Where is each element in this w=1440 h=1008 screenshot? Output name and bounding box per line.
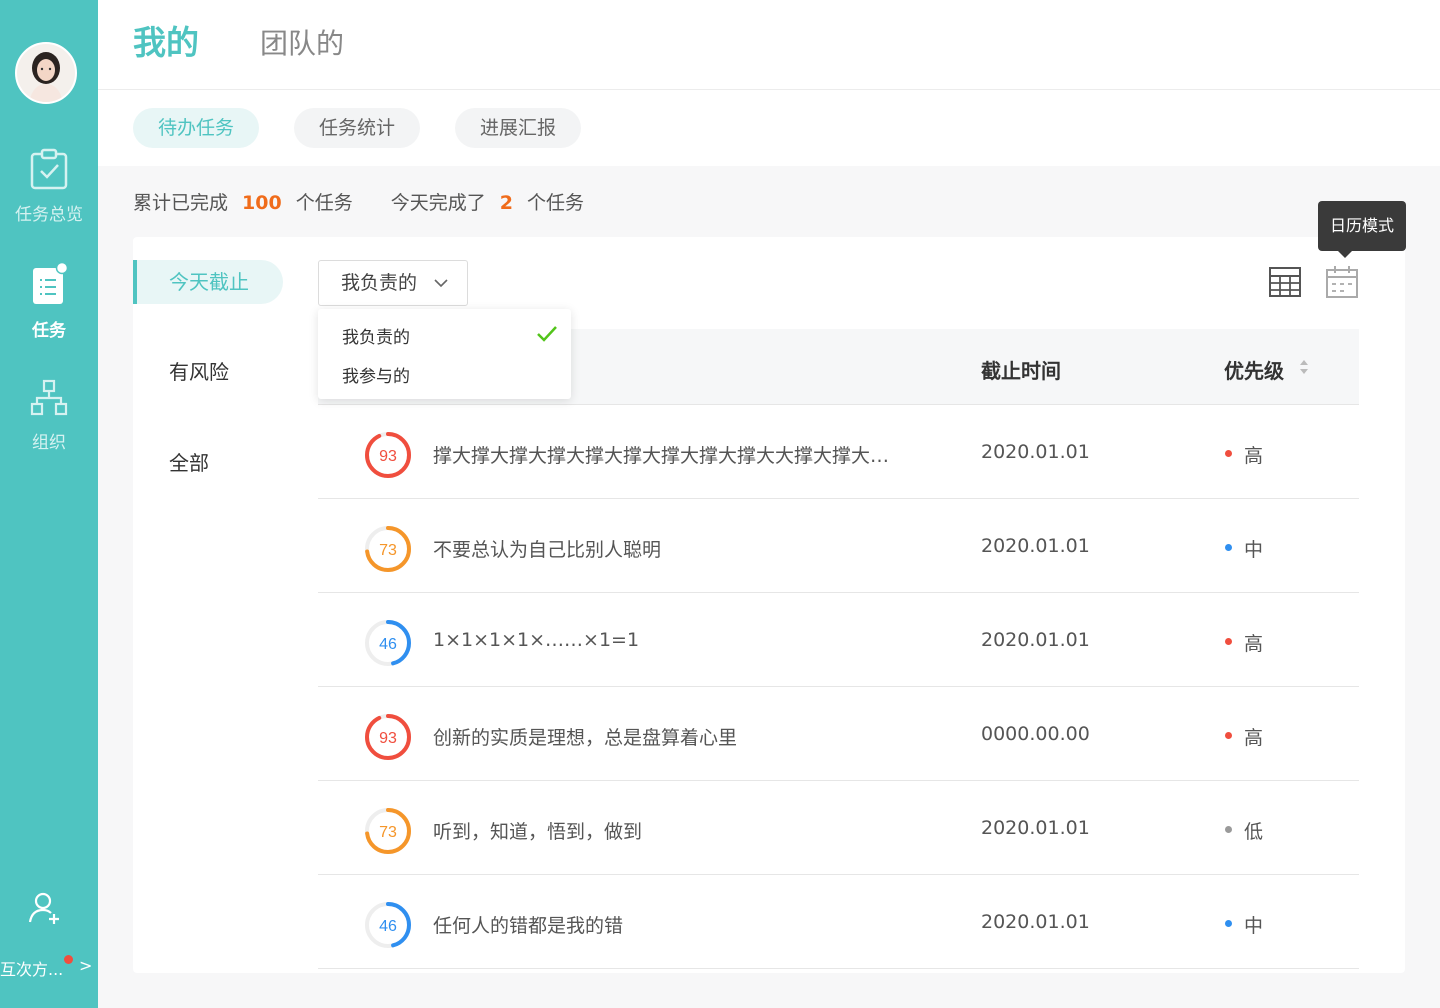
progress-value: 73 — [379, 542, 397, 559]
table-row[interactable]: 46 1×1×1×1×……×1=1 2020.01.01 高 — [318, 593, 1359, 687]
tab-todo[interactable]: 待办任务 — [133, 108, 259, 148]
task-title[interactable]: 1×1×1×1×……×1=1 — [433, 629, 903, 651]
summary-label: 今天完成了 — [390, 192, 486, 214]
owner-filter-select[interactable]: 我负责的 — [318, 260, 468, 306]
task-deadline: 2020.01.01 — [981, 911, 1090, 933]
table-row[interactable]: 46 任何人的错都是我的错 2020.01.01 中 — [318, 875, 1359, 969]
progress-value: 93 — [379, 448, 397, 465]
notification-dot — [64, 955, 73, 964]
check-icon — [537, 326, 557, 342]
progress-ring: 93 — [365, 432, 411, 478]
task-title[interactable]: 听到，知道，悟到，做到 — [433, 817, 903, 844]
progress-ring: 73 — [365, 808, 411, 854]
task-priority: 低 — [1244, 821, 1264, 843]
priority-dot — [1225, 450, 1232, 457]
sidebar-item-label: 任务 — [32, 321, 66, 341]
priority-dot — [1225, 732, 1232, 739]
today-completed-count: 2 — [499, 192, 513, 214]
dropdown-option-participating[interactable]: 我参与的 — [342, 362, 410, 387]
sidebar-item-label: 任务总览 — [15, 205, 83, 225]
task-list-icon — [33, 262, 69, 304]
task-title[interactable]: 创新的实质是理想，总是盘算着心里 — [433, 723, 903, 750]
progress-value: 46 — [379, 918, 397, 935]
summary-label: 个任务 — [295, 192, 353, 214]
dropdown-option-mine[interactable]: 我负责的 — [342, 323, 410, 348]
task-deadline: 2020.01.01 — [981, 535, 1090, 557]
task-priority: 高 — [1244, 727, 1264, 749]
sidebar-item-overview[interactable]: 任务总览 — [0, 148, 98, 225]
table-row[interactable]: 93 创新的实质是理想，总是盘算着心里 0000.00.00 高 — [318, 687, 1359, 781]
column-deadline[interactable]: 截止时间 — [981, 355, 1061, 384]
avatar[interactable] — [15, 42, 77, 104]
table-row[interactable]: 73 听到，知道，悟到，做到 2020.01.01 低 — [318, 781, 1359, 875]
task-title[interactable]: 任何人的错都是我的错 — [433, 911, 903, 938]
subnav: 待办任务 任务统计 进展汇报 — [98, 90, 1440, 166]
priority-dot — [1225, 920, 1232, 927]
progress-value: 46 — [379, 636, 397, 653]
table-view-icon[interactable] — [1268, 265, 1302, 299]
task-priority: 高 — [1244, 445, 1264, 467]
task-priority: 中 — [1244, 539, 1264, 561]
column-priority[interactable]: 优先级 — [1224, 355, 1284, 384]
tooltip-text: 日历模式 — [1318, 201, 1407, 251]
task-deadline: 2020.01.01 — [981, 629, 1090, 651]
add-user-icon[interactable] — [26, 890, 64, 926]
task-title[interactable]: 不要总认为自己比别人聪明 — [433, 535, 903, 562]
completion-summary: 累计已完成 100 个任务 今天完成了 2 个任务 — [133, 188, 584, 215]
task-title[interactable]: 撑大撑大撑大撑大撑大撑大撑大撑大撑大大撑大撑大撑大撑大撑大撑 — [433, 441, 903, 468]
summary-label: 累计已完成 — [133, 192, 229, 214]
priority-dot — [1225, 826, 1232, 833]
clipboard-check-icon — [30, 148, 68, 190]
task-deadline: 0000.00.00 — [981, 723, 1090, 745]
table-row[interactable]: 93 撑大撑大撑大撑大撑大撑大撑大撑大撑大大撑大撑大撑大撑大撑大撑 2020.01.… — [318, 405, 1359, 499]
owner-filter-dropdown: 我负责的 我参与的 — [318, 309, 571, 399]
priority-dot — [1225, 638, 1232, 645]
chevron-down-icon — [434, 279, 448, 288]
chevron-right-icon[interactable]: > — [79, 956, 92, 975]
progress-ring: 93 — [365, 714, 411, 760]
summary-label: 个任务 — [527, 192, 585, 214]
task-priority: 高 — [1244, 633, 1264, 655]
tab-progress-report[interactable]: 进展汇报 — [455, 108, 581, 148]
sidebar-item-tasks[interactable]: 任务 — [0, 262, 98, 341]
select-value: 我负责的 — [341, 272, 418, 294]
total-completed-count: 100 — [242, 192, 282, 214]
org-chart-icon — [30, 379, 68, 416]
filter-due-today[interactable]: 今天截止 — [133, 260, 283, 304]
task-card: 今天截止 有风险 全部 截止时间 优先级 93 撑大撑大撑大撑大撑大撑大撑大撑大撑… — [133, 237, 1405, 973]
filter-at-risk[interactable]: 有风险 — [133, 350, 283, 394]
tab-stats[interactable]: 任务统计 — [294, 108, 420, 148]
progress-ring: 46 — [365, 902, 411, 948]
sidebar: 任务总览 任务 组织 互次方... > — [0, 0, 98, 1008]
task-deadline: 2020.01.01 — [981, 817, 1090, 839]
sidebar-item-label: 组织 — [32, 433, 66, 453]
progress-value: 73 — [379, 824, 397, 841]
priority-dot — [1225, 544, 1232, 551]
progress-value: 93 — [379, 730, 397, 747]
top-header: 我的 团队的 — [98, 0, 1440, 90]
task-deadline: 2020.01.01 — [981, 441, 1090, 463]
progress-ring: 46 — [365, 620, 411, 666]
table-row[interactable]: 73 不要总认为自己比别人聪明 2020.01.01 中 — [318, 499, 1359, 593]
sort-icon[interactable] — [1299, 359, 1309, 375]
tab-team[interactable]: 团队的 — [260, 22, 344, 62]
calendar-view-icon[interactable] — [1325, 265, 1359, 299]
filter-all[interactable]: 全部 — [133, 441, 283, 485]
progress-ring: 73 — [365, 526, 411, 572]
sidebar-item-org[interactable]: 组织 — [0, 378, 98, 453]
tab-mine[interactable]: 我的 — [133, 16, 199, 64]
tooltip-arrow — [1338, 251, 1352, 258]
calendar-tooltip: 日历模式 — [1318, 201, 1407, 258]
task-priority: 中 — [1244, 915, 1264, 937]
